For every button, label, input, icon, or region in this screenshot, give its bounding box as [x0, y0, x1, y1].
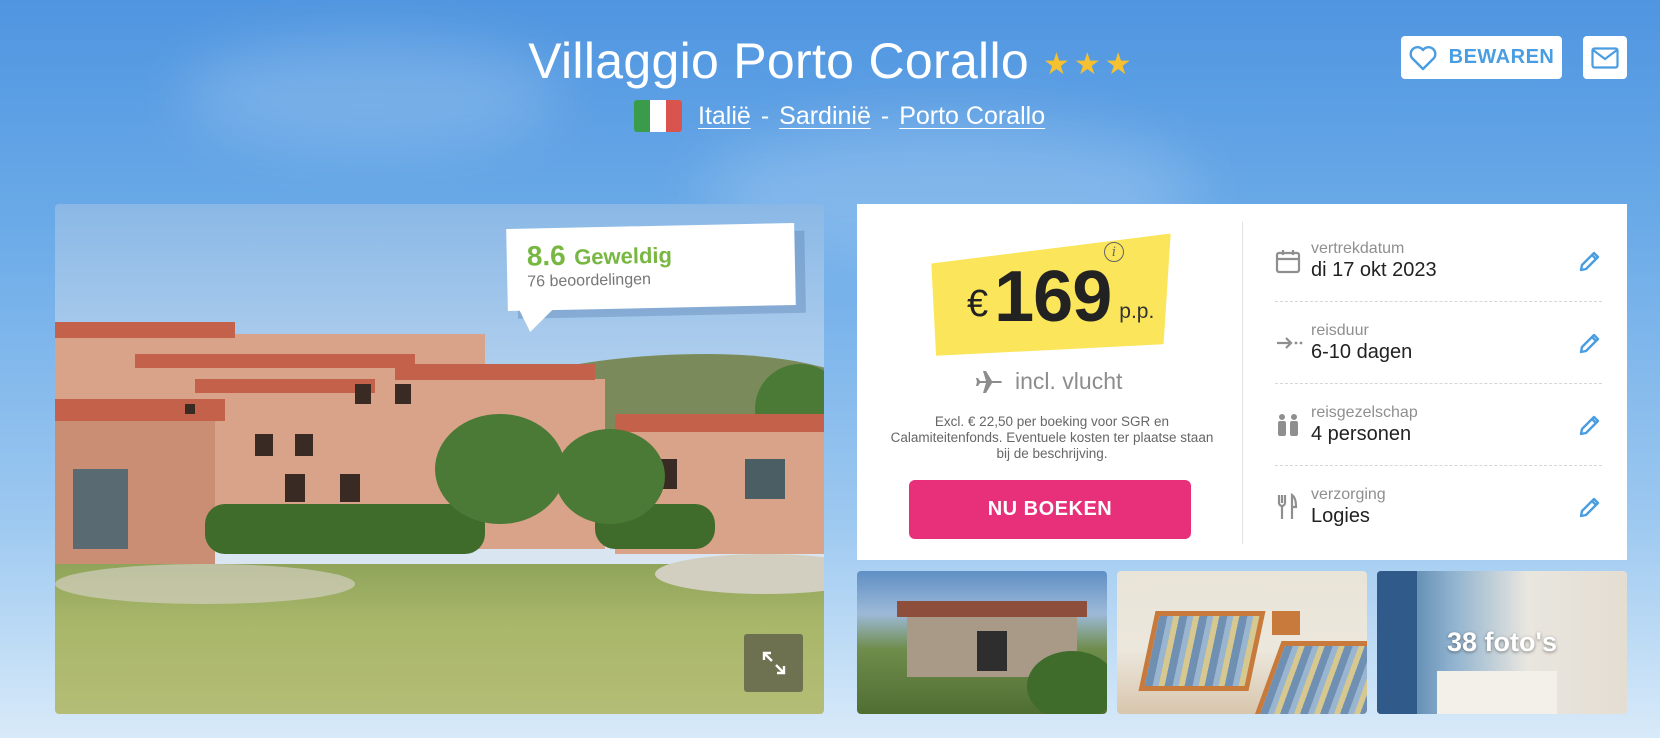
pencil-icon[interactable]: [1572, 249, 1602, 273]
expand-photo-button[interactable]: [744, 634, 803, 692]
gallery-thumbnail-exterior[interactable]: [857, 571, 1107, 714]
detail-value: di 17 okt 2023: [1311, 258, 1437, 281]
star-icon: ★: [1073, 48, 1101, 81]
italy-flag-icon: [634, 100, 682, 132]
gallery-thumbnail-bedroom[interactable]: [1117, 571, 1367, 714]
info-icon[interactable]: i: [1104, 242, 1124, 262]
flight-included: incl. vlucht: [975, 368, 1122, 395]
detail-value: Logies: [1311, 505, 1370, 527]
email-share-button[interactable]: [1583, 36, 1627, 79]
detail-label: vertrekdatum: [1311, 239, 1405, 257]
detail-duration[interactable]: reisduur 6-10 dagen: [1275, 302, 1602, 384]
detail-value: 4 personen: [1311, 422, 1412, 445]
save-button-label: BEWAREN: [1448, 46, 1555, 68]
pencil-icon[interactable]: [1572, 331, 1602, 355]
gallery-thumbnail-room[interactable]: 38 foto's: [1377, 571, 1627, 714]
review-label: Geweldig: [573, 242, 673, 270]
city-link[interactable]: Porto Corallo: [899, 102, 1045, 131]
price-amount: 169: [994, 257, 1112, 337]
save-button[interactable]: BEWAREN: [1401, 36, 1562, 79]
location-breadcrumb: Italië - Sardinië - Porto Corallo: [634, 100, 1045, 132]
detail-departure-date[interactable]: vertrekdatum di 17 okt 2023: [1275, 220, 1602, 302]
expand-icon: [762, 651, 785, 675]
breadcrumb-separator: -: [880, 101, 890, 130]
country-link[interactable]: Italië: [698, 102, 751, 131]
detail-travel-party[interactable]: reisgezelschap 4 personen: [1275, 384, 1602, 466]
star-icon: ★: [1042, 48, 1070, 81]
booking-panel: € 169 p.p. i incl. vlucht Excl. € 22,50 …: [857, 204, 1627, 560]
review-score: 8.6: [526, 239, 566, 272]
pencil-icon[interactable]: [1572, 413, 1602, 437]
hotel-title: Villaggio Porto Corallo: [528, 33, 1029, 89]
star-rating: ★ ★ ★: [1043, 50, 1132, 80]
price-per-person: p.p.: [1119, 300, 1155, 323]
detail-label: reisduur: [1311, 321, 1369, 339]
cutlery-icon: [1275, 493, 1311, 521]
detail-label: reisgezelschap: [1311, 403, 1418, 421]
panel-divider: [1242, 222, 1243, 544]
price-section: € 169 p.p. i incl. vlucht Excl. € 22,50 …: [857, 204, 1242, 560]
calendar-icon: [1275, 248, 1311, 274]
detail-label: verzorging: [1311, 486, 1386, 503]
pencil-icon[interactable]: [1572, 495, 1602, 519]
duration-icon: [1275, 333, 1311, 353]
mail-icon: [1591, 46, 1619, 69]
detail-board[interactable]: verzorging Logies: [1275, 466, 1602, 548]
trip-details: vertrekdatum di 17 okt 2023 reisduur 6-1…: [1275, 220, 1602, 548]
star-icon: ★: [1104, 48, 1132, 81]
price-fine-print: Excl. € 22,50 per boeking voor SGR en Ca…: [890, 414, 1214, 461]
price: € 169 p.p.: [967, 256, 1154, 338]
photo-count: 38 foto's: [1447, 627, 1557, 657]
hotel-header: Villaggio Porto Corallo ★ ★ ★: [200, 32, 1460, 90]
review-count: 76 beoordelingen: [527, 271, 652, 291]
breadcrumb-separator: -: [760, 101, 770, 130]
airplane-icon: [976, 370, 1002, 393]
price-currency: €: [967, 283, 989, 325]
book-now-button[interactable]: NU BOEKEN: [909, 480, 1191, 539]
region-link[interactable]: Sardinië: [779, 102, 871, 131]
heart-icon: [1409, 45, 1437, 70]
people-icon: [1275, 412, 1311, 438]
flight-included-label: incl. vlucht: [1015, 368, 1123, 394]
detail-value: 6-10 dagen: [1311, 340, 1413, 363]
